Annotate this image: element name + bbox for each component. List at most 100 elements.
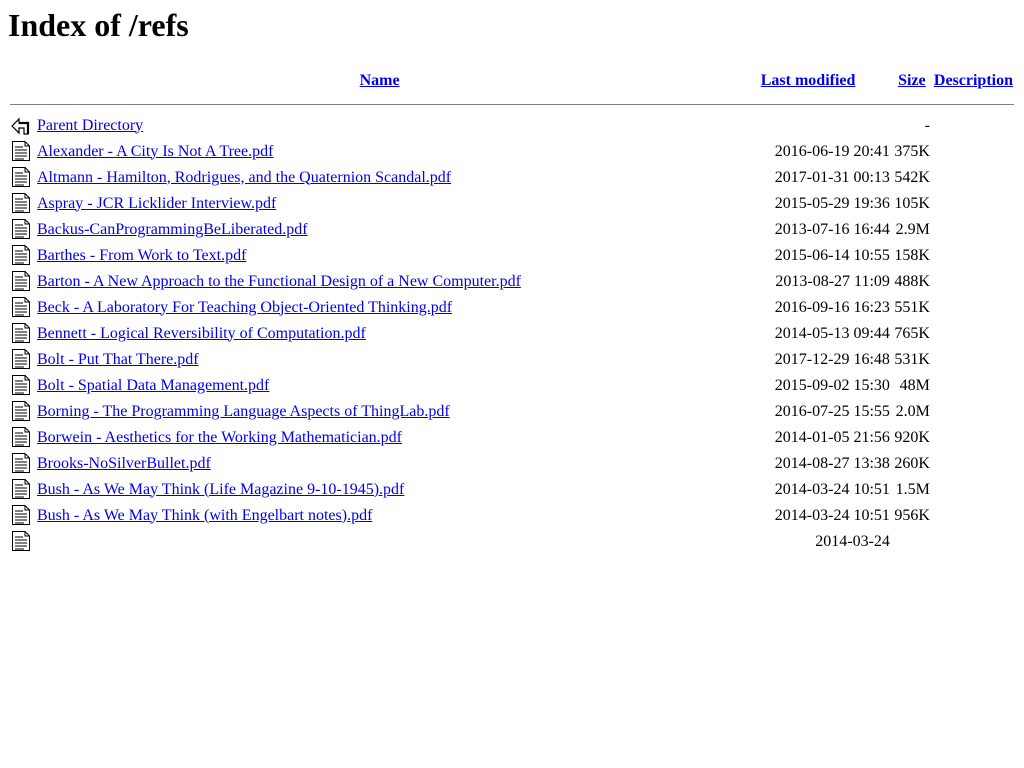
file-row: Bennett - Logical Reversibility of Compu…: [10, 321, 1014, 345]
file-row: Bush - As We May Think (with Engelbart n…: [10, 503, 1014, 527]
document-icon: [11, 426, 33, 448]
last-modified-cell: 2014-05-13 09:44: [725, 321, 891, 345]
file-link[interactable]: Bush - As We May Think (Life Magazine 9-…: [37, 481, 404, 498]
description-column-header: Description: [933, 68, 1014, 94]
modified-date: 2015-09-02: [774, 376, 850, 394]
header-separator-row: [10, 96, 1014, 111]
document-icon: [11, 530, 33, 552]
size-column-header: Size: [893, 68, 931, 94]
file-link[interactable]: Altmann - Hamilton, Rodrigues, and the Q…: [37, 169, 451, 186]
file-link[interactable]: Backus-CanProgrammingBeLiberated.pdf: [37, 221, 308, 238]
file-link[interactable]: Aspray - JCR Licklider Interview.pdf: [37, 195, 276, 212]
page-title: Index of /refs: [8, 7, 189, 43]
file-row: Barton - A New Approach to the Functiona…: [10, 269, 1014, 293]
file-row: Borwein - Aesthetics for the Working Mat…: [10, 425, 1014, 449]
sort-by-description-link[interactable]: Description: [934, 72, 1013, 89]
document-icon: [11, 400, 33, 422]
file-link[interactable]: Beck - A Laboratory For Teaching Object-…: [37, 299, 452, 316]
file-link[interactable]: Alexander - A City Is Not A Tree.pdf: [37, 143, 273, 160]
file-link[interactable]: Bennett - Logical Reversibility of Compu…: [37, 325, 366, 342]
file-description: [933, 503, 1014, 527]
modified-date: 2015-05-29: [774, 194, 850, 212]
document-icon: [11, 296, 33, 318]
file-link[interactable]: Bush - As We May Think (with Engelbart n…: [37, 507, 372, 524]
modified-time: 10:51: [853, 506, 890, 524]
file-size: 542K: [894, 168, 930, 186]
last-modified-cell: 2016-07-25 15:55: [725, 399, 891, 423]
last-modified-cell: 2016-06-19 20:41: [725, 139, 891, 163]
document-icon: [11, 322, 33, 344]
last-modified-cell: 2013-08-27 11:09: [725, 269, 891, 293]
file-row: Bolt - Spatial Data Management.pdf 2015-0…: [10, 373, 1014, 397]
modified-date: 2016-09-16: [774, 298, 850, 316]
file-size: 158K: [894, 246, 930, 264]
modified-date: 2014-03-24: [774, 506, 850, 524]
modified-time: 19:36: [853, 194, 890, 212]
file-row: Brooks-NoSilverBullet.pdf 2014-08-27 13:3…: [10, 451, 1014, 475]
file-size: 956K: [894, 506, 930, 524]
sort-by-size-link[interactable]: Size: [898, 72, 926, 89]
modified-date: 2014-01-05: [774, 428, 850, 446]
file-link[interactable]: Borwein - Aesthetics for the Working Mat…: [37, 429, 402, 446]
last-modified-cell: 2015-09-02 15:30: [725, 373, 891, 397]
file-link[interactable]: Bolt - Spatial Data Management.pdf: [37, 377, 269, 394]
modified-time: 13:38: [853, 454, 890, 472]
file-link[interactable]: Barton - A New Approach to the Functiona…: [37, 273, 521, 290]
modified-time: 16:44: [853, 220, 890, 238]
file-description: [933, 217, 1014, 241]
file-description: [933, 321, 1014, 345]
modified-date: 2014-03-24: [815, 532, 890, 550]
document-icon: [11, 374, 33, 396]
modified-time: 10:51: [853, 480, 890, 498]
document-icon: [11, 270, 33, 292]
parent-directory-link[interactable]: Parent Directory: [37, 117, 143, 134]
modified-time: 09:44: [853, 324, 890, 342]
file-description: [933, 373, 1014, 397]
last-modified-cell: 2014-03-24: [725, 529, 891, 553]
modified-date: 2014-08-27: [774, 454, 850, 472]
icon-column-header: [10, 68, 34, 94]
modified-date: 2015-06-14: [774, 246, 850, 264]
file-size: 1.5M: [895, 480, 930, 498]
file-row: Altmann - Hamilton, Rodrigues, and the Q…: [10, 165, 1014, 189]
file-size: 48M: [899, 376, 930, 394]
document-icon: [11, 218, 33, 240]
last-modified-cell: 2014-08-27 13:38: [725, 451, 891, 475]
modified-date: 2014-05-13: [774, 324, 850, 342]
file-description: [933, 139, 1014, 163]
file-description: [933, 191, 1014, 215]
listing-body: Parent Directory - Alexander - A City Is…: [10, 113, 1014, 553]
file-link[interactable]: Barthes - From Work to Text.pdf: [37, 247, 246, 264]
file-link[interactable]: Bolt - Put That There.pdf: [37, 351, 199, 368]
file-row: 2014-03-24: [10, 529, 1014, 553]
modified-time: 15:30: [853, 376, 890, 394]
document-icon: [11, 348, 33, 370]
file-description: [933, 399, 1014, 423]
last-modified-column-header: Last modified: [725, 68, 891, 94]
document-icon: [11, 140, 33, 162]
directory-listing-table: Name Last modified Size Description Pare…: [8, 66, 1016, 555]
file-size: 105K: [894, 194, 930, 212]
modified-time: 16:48: [853, 350, 890, 368]
file-size: 920K: [894, 428, 930, 446]
modified-date: 2016-06-19: [774, 142, 850, 160]
file-row: Beck - A Laboratory For Teaching Object-…: [10, 295, 1014, 319]
file-row: Backus-CanProgrammingBeLiberated.pdf 2013…: [10, 217, 1014, 241]
file-size: 2.0M: [895, 402, 930, 420]
file-description: [933, 165, 1014, 189]
file-row: Bolt - Put That There.pdf 2017-12-29 16:4…: [10, 347, 1014, 371]
modified-time: 16:23: [853, 298, 890, 316]
file-row: Bush - As We May Think (Life Magazine 9-…: [10, 477, 1014, 501]
sort-by-last-modified-link[interactable]: Last modified: [761, 72, 856, 89]
file-link[interactable]: Brooks-NoSilverBullet.pdf: [37, 455, 211, 472]
file-link[interactable]: Borning - The Programming Language Aspec…: [37, 403, 450, 420]
parent-directory-row: Parent Directory -: [10, 113, 1014, 137]
last-modified-cell: 2015-05-29 19:36: [725, 191, 891, 215]
document-icon: [11, 244, 33, 266]
document-icon: [11, 452, 33, 474]
back-icon: [11, 114, 33, 136]
sort-by-name-link[interactable]: Name: [360, 72, 400, 89]
file-row: Borning - The Programming Language Aspec…: [10, 399, 1014, 423]
modified-time: 11:09: [854, 272, 890, 290]
file-description: [933, 451, 1014, 475]
